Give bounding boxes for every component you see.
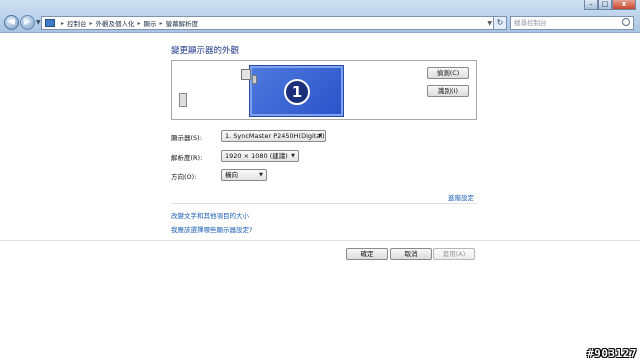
search-input[interactable]: 搜尋控制台 <box>510 16 634 30</box>
search-icon <box>622 18 630 26</box>
chevron-right-icon: ▸ <box>137 19 141 27</box>
display-settings-help-link[interactable]: 我應該選擇哪些顯示器設定? <box>171 224 252 234</box>
page-title: 變更顯示器的外觀 <box>171 46 240 56</box>
footer-divider <box>0 240 640 241</box>
ok-button[interactable]: 確定 <box>346 248 388 260</box>
chevron-right-icon: ▸ <box>89 19 93 27</box>
computer-icon <box>179 93 187 107</box>
watermark: #903127 <box>587 347 637 360</box>
back-button[interactable]: ◀ <box>4 15 19 30</box>
maximize-button[interactable]: □ <box>598 0 612 10</box>
advanced-settings-link[interactable]: 進階設定 <box>448 192 474 202</box>
forward-button[interactable]: ▶ <box>20 15 35 30</box>
detect-button[interactable]: 偵測(C) <box>427 67 469 79</box>
orientation-label: 方向(O): <box>171 173 197 181</box>
display-value: 1. SyncMaster P2450H(Digital) <box>225 132 325 140</box>
text-size-link[interactable]: 改變文字和其他項目的大小 <box>171 210 249 220</box>
chevron-down-icon: ▼ <box>259 172 263 178</box>
chevron-right-icon: ▸ <box>61 19 65 27</box>
cancel-button[interactable]: 取消 <box>390 248 432 260</box>
chevron-down-icon: ▼ <box>291 153 295 159</box>
recent-pages-icon[interactable]: ▼ <box>36 19 41 26</box>
resolution-label: 解析度(R): <box>171 154 203 162</box>
chevron-down-icon: ▼ <box>318 133 322 139</box>
refresh-button[interactable]: ↻ <box>493 16 507 30</box>
orientation-select[interactable]: 橫向 ▼ <box>221 169 267 181</box>
resolution-select[interactable]: 1920 × 1080 (建議) ▼ <box>221 150 299 162</box>
title-bar: ◀ ▶ ▼ ▸ 控制台 ▸ 外觀及個人化 ▸ 顯示 ▸ 螢幕解析度 ▼ ↻ 搜尋… <box>0 0 640 33</box>
control-panel-window: ◀ ▶ ▼ ▸ 控制台 ▸ 外觀及個人化 ▸ 顯示 ▸ 螢幕解析度 ▼ ↻ 搜尋… <box>0 0 640 361</box>
identify-button[interactable]: 識別(I) <box>427 85 469 97</box>
breadcrumb-control-panel[interactable]: 控制台 <box>67 18 87 28</box>
breadcrumb-screen-resolution[interactable]: 螢幕解析度 <box>166 18 199 28</box>
chevron-down-icon[interactable]: ▼ <box>487 20 492 27</box>
monitor-number: 1 <box>284 79 310 105</box>
chevron-right-icon: ▸ <box>159 19 163 27</box>
display-secondary-icon <box>252 75 257 84</box>
display-icon <box>241 69 251 80</box>
minimize-button[interactable]: – <box>584 0 598 10</box>
apply-button[interactable]: 套用(A) <box>433 248 475 260</box>
divider <box>171 203 477 204</box>
address-bar[interactable]: ▸ 控制台 ▸ 外觀及個人化 ▸ 顯示 ▸ 螢幕解析度 ▼ <box>41 16 497 30</box>
orientation-value: 橫向 <box>225 171 238 179</box>
search-placeholder: 搜尋控制台 <box>514 19 547 27</box>
monitor-1-tile[interactable]: 1 <box>249 65 344 117</box>
resolution-value: 1920 × 1080 (建議) <box>225 152 288 160</box>
display-label: 顯示器(S): <box>171 134 202 142</box>
window-controls: – □ x <box>584 0 636 10</box>
close-button[interactable]: x <box>612 0 636 10</box>
control-panel-icon <box>45 19 55 27</box>
breadcrumb-appearance[interactable]: 外觀及個人化 <box>96 18 135 28</box>
display-select[interactable]: 1. SyncMaster P2450H(Digital) ▼ <box>221 130 326 142</box>
breadcrumb-display[interactable]: 顯示 <box>144 18 157 28</box>
